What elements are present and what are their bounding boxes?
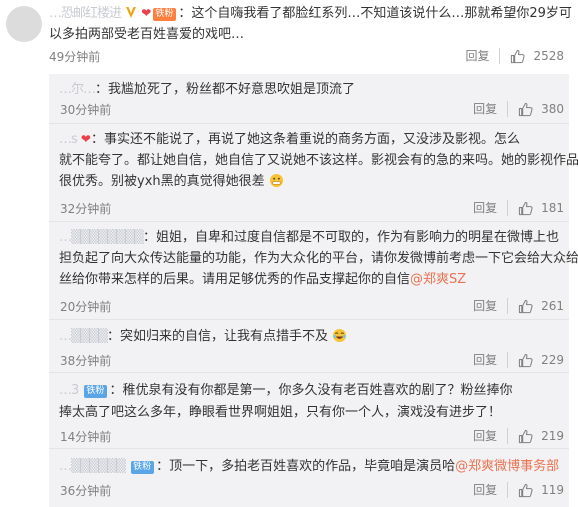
reply-text-line: 就不能夸了。都让她自信，她自信了又说她不该这样。影视会有的急的来吗。她的影视作品… bbox=[59, 153, 578, 168]
comment-text: ：这个自嗨我看了都脸红系列…不知道该说什么…那就希望你29岁可 bbox=[178, 6, 572, 21]
like-button[interactable]: 119 bbox=[518, 482, 564, 498]
heart-badge-icon: ❤ bbox=[141, 6, 152, 20]
thumbs-up-icon bbox=[518, 353, 533, 367]
fan-badge: 铁粉 bbox=[153, 8, 177, 21]
thumbs-up-icon bbox=[518, 201, 533, 215]
like-button[interactable]: 380 bbox=[518, 101, 564, 117]
reply-actions: 回复 119 bbox=[473, 482, 564, 498]
like-button[interactable]: 229 bbox=[518, 352, 564, 368]
reply-text: ：我尴尬死了，粉丝都不好意思吹姐是顶流了 bbox=[95, 82, 356, 97]
reply-actions: 回复 261 bbox=[473, 298, 564, 314]
thumbs-up-icon bbox=[518, 483, 533, 497]
reply-button[interactable]: 回复 bbox=[473, 200, 509, 216]
username[interactable]: …恐邮红楼进 bbox=[49, 6, 122, 21]
reply-button[interactable]: 回复 bbox=[473, 101, 509, 117]
reply-text: ：稚优泉有没有你都是第一，你多久没有老百姓喜欢的剧了？粉丝捧你 bbox=[109, 383, 513, 398]
reply-text-line: …尔…：我尴尬死了，粉丝都不好意思吹姐是顶流了 bbox=[59, 79, 355, 100]
reply-time: 14分钟前 bbox=[60, 430, 112, 444]
reply-text: 很优秀。别被yxh黑的真觉得她很差 bbox=[59, 174, 265, 189]
heart-badge-icon: ❤ bbox=[80, 132, 91, 146]
grimace-emoji-icon bbox=[269, 173, 283, 188]
laugh-cry-emoji-icon bbox=[333, 328, 347, 343]
avatar[interactable] bbox=[6, 6, 42, 42]
reply-username[interactable]: … bbox=[59, 230, 72, 245]
reply-button[interactable]: 回复 bbox=[473, 352, 509, 368]
reply-button[interactable]: 回复 bbox=[465, 48, 501, 64]
comment-line-1: …恐邮红楼进 ❤ 铁粉 ：这个自嗨我看了都脸红系列…不知道该说什么…那就希望你29岁… bbox=[49, 3, 572, 24]
like-count: 380 bbox=[541, 102, 564, 116]
thumbs-up-icon bbox=[518, 429, 533, 443]
like-count: 229 bbox=[541, 353, 564, 367]
reply-username[interactable]: …3 bbox=[59, 383, 79, 398]
v-verified-icon bbox=[126, 7, 137, 18]
reply-text-line: …▒▒▒▒▒▒▒▒：姐姐，自卑和过度自信都是不可取的，作为有影响力的明星在微博上… bbox=[59, 230, 559, 245]
reply-text-line: 很优秀。别被yxh黑的真觉得她很差 bbox=[59, 171, 284, 192]
reply-text: ：顶一下，多拍老百姓喜欢的作品，毕竟咱是演员哈 bbox=[156, 459, 456, 474]
mention-link[interactable]: @郑爽SZ bbox=[410, 272, 466, 287]
like-count: 261 bbox=[541, 299, 564, 313]
reply-text-line: …▒▒▒▒：突如归来的自信，让我有点措手不及 bbox=[59, 326, 347, 347]
reply-time: 36分钟前 bbox=[60, 484, 112, 498]
comment-actions: 回复 2528 bbox=[465, 48, 564, 64]
reply-button[interactable]: 回复 bbox=[473, 482, 509, 498]
fan-badge: 铁粉 bbox=[131, 461, 155, 474]
reply-text-line: …▒▒▒▒▒▒ 铁粉 ：顶一下，多拍老百姓喜欢的作品，毕竟咱是演员哈@郑爽微博事务… bbox=[59, 459, 560, 474]
reply-actions: 回复 380 bbox=[473, 101, 564, 117]
reply-button[interactable]: 回复 bbox=[473, 298, 509, 314]
reply-time: 30分钟前 bbox=[60, 103, 112, 117]
reply-text: ：姐姐，自卑和过度自信都是不可取的，作为有影响力的明星在微博上也 bbox=[142, 230, 559, 245]
reply-item: …3 铁粉 ：稚优泉有没有你都是第一，你多久没有老百姓喜欢的剧了？粉丝捧你 捧太高… bbox=[0, 373, 578, 445]
like-count: 2528 bbox=[533, 49, 564, 63]
reply-button[interactable]: 回复 bbox=[473, 428, 509, 444]
reply-time: 20分钟前 bbox=[60, 300, 112, 314]
like-button[interactable]: 2528 bbox=[510, 48, 564, 64]
reply-actions: 回复 219 bbox=[473, 428, 564, 444]
like-button[interactable]: 261 bbox=[518, 298, 564, 314]
reply-item: …▒▒▒▒：突如归来的自信，让我有点措手不及 38分钟前 回复 229 bbox=[0, 320, 578, 370]
reply-text: ：事实还不能说了，再说了她这条着重说的商务方面，又没涉及影视。怎么 bbox=[90, 132, 520, 147]
thumbs-up-icon bbox=[518, 102, 533, 116]
reply-text-line: …s ❤：事实还不能说了，再说了她这条着重说的商务方面，又没涉及影视。怎么 bbox=[59, 129, 520, 150]
mention-link[interactable]: @郑爽微博事务部 bbox=[455, 459, 559, 474]
reply-item: …▒▒▒▒▒▒▒▒：姐姐，自卑和过度自信都是不可取的，作为有影响力的明星在微博上… bbox=[0, 222, 578, 317]
like-count: 219 bbox=[541, 429, 564, 443]
reply-text-line: 捧太高了吧这么多年，睁眼看世界啊姐姐，只有你一个人，演戏没有进步了！ bbox=[59, 405, 502, 420]
reply-text-line: 担负起了向大众传达能量的功能，作为大众化的平台，请你发微博前考虑一下它会给大众给… bbox=[59, 251, 578, 266]
comment-line-2: 以多拍两部受老百姓喜爱的戏吧… bbox=[49, 27, 245, 42]
thumbs-up-icon bbox=[518, 299, 533, 313]
reply-item: …尔…：我尴尬死了，粉丝都不好意思吹姐是顶流了 30分钟前 回复 380 bbox=[0, 74, 578, 122]
reply-actions: 回复 181 bbox=[473, 200, 564, 216]
reply-text: 丝给你带来怎样的后果。请用足够优秀的作品支撑起你的自信 bbox=[59, 272, 411, 287]
reply-username[interactable]: …s bbox=[59, 132, 78, 147]
fan-badge: 铁粉 bbox=[84, 385, 108, 398]
reply-text-line: 丝给你带来怎样的后果。请用足够优秀的作品支撑起你的自信@郑爽SZ bbox=[59, 269, 466, 290]
reply-item: …▒▒▒▒▒▒ 铁粉 ：顶一下，多拍老百姓喜欢的作品，毕竟咱是演员哈@郑爽微博事务… bbox=[0, 449, 578, 507]
reply-username[interactable]: …尔… bbox=[59, 82, 96, 97]
reply-text-line: …3 铁粉 ：稚优泉有没有你都是第一，你多久没有老百姓喜欢的剧了？粉丝捧你 bbox=[59, 380, 512, 401]
reply-username[interactable]: … bbox=[59, 329, 72, 344]
like-count: 119 bbox=[541, 483, 564, 497]
reply-time: 32分钟前 bbox=[60, 202, 112, 216]
comment-time: 49分钟前 bbox=[49, 50, 101, 64]
reply-username[interactable]: … bbox=[59, 459, 72, 474]
reply-item: …s ❤：事实还不能说了，再说了她这条着重说的商务方面，又没涉及影视。怎么 就不… bbox=[0, 124, 578, 219]
like-button[interactable]: 181 bbox=[518, 200, 564, 216]
reply-actions: 回复 229 bbox=[473, 352, 564, 368]
like-count: 181 bbox=[541, 201, 564, 215]
thumbs-up-icon bbox=[511, 49, 526, 63]
reply-time: 38分钟前 bbox=[60, 354, 112, 368]
like-button[interactable]: 219 bbox=[518, 428, 564, 444]
reply-text: ：突如归来的自信，让我有点措手不及 bbox=[107, 329, 329, 344]
